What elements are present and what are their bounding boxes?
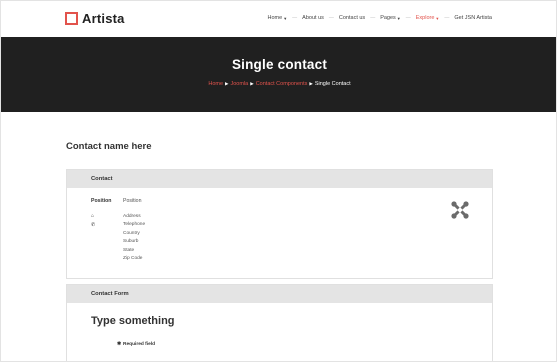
caret-down-icon: ▼ bbox=[435, 15, 440, 21]
page-title: Single contact bbox=[231, 57, 328, 72]
position-value: Position bbox=[123, 198, 142, 204]
nav-item-about-us[interactable]: About us bbox=[302, 15, 324, 21]
list-item: State bbox=[91, 246, 145, 255]
required-field-label: Required field bbox=[123, 342, 156, 347]
list-item: Country bbox=[91, 229, 145, 238]
nav-separator: — bbox=[328, 15, 334, 21]
address-list: ⌂ Address ✆ Telephone Country Suburb Sta… bbox=[91, 212, 145, 263]
breadcrumb-current: Single Contact bbox=[314, 81, 351, 87]
home-icon: ⌂ bbox=[91, 213, 95, 220]
nav-item-explore[interactable]: Explore ▼ bbox=[416, 15, 440, 21]
address-line: Address bbox=[123, 213, 141, 219]
nav-item-pages[interactable]: Pages ▼ bbox=[380, 15, 401, 21]
page-hero: Single contact Home ▶ Joomla ▶ Contact C… bbox=[1, 37, 556, 112]
breadcrumb-contact-components[interactable]: Contact Components bbox=[256, 81, 308, 87]
nav-separator: — bbox=[370, 15, 376, 21]
nav-separator: — bbox=[444, 15, 450, 21]
asterisk-icon: ✱ bbox=[117, 342, 122, 347]
contact-panel-header[interactable]: Contact bbox=[67, 170, 492, 188]
phone-icon: ✆ bbox=[91, 221, 96, 228]
chevron-right-icon: ▶ bbox=[309, 81, 313, 86]
nav-item-label: Explore bbox=[415, 15, 435, 21]
breadcrumb-home[interactable]: Home bbox=[208, 81, 223, 87]
nav-item-label: Get JSN Artista bbox=[454, 15, 492, 21]
contact-form-panel-header[interactable]: Contact Form bbox=[67, 285, 492, 303]
list-item: ✆ Telephone bbox=[91, 221, 145, 230]
form-heading: Type something bbox=[91, 315, 175, 327]
required-field-note: ✱ Required field bbox=[117, 342, 155, 347]
nav-item-label: Pages bbox=[380, 15, 396, 21]
caret-down-icon: ▼ bbox=[283, 15, 288, 21]
breadcrumb: Home ▶ Joomla ▶ Contact Components ▶ Sin… bbox=[1, 81, 556, 87]
address-line: Suburb bbox=[123, 239, 139, 245]
contact-panel: Contact Position Position ⌂ Address ✆ Te… bbox=[66, 169, 493, 279]
main-nav: Home ▼ — About us — Contact us — Pages ▼ —… bbox=[268, 15, 492, 21]
contact-form-panel: Contact Form Type something ✱ Required fi… bbox=[66, 284, 493, 361]
caret-down-icon: ▼ bbox=[396, 15, 401, 21]
address-line: State bbox=[123, 247, 135, 253]
chevron-right-icon: ▶ bbox=[225, 81, 229, 86]
list-item: ⌂ Address bbox=[91, 212, 145, 221]
site-logo[interactable]: Artista bbox=[65, 11, 125, 26]
logo-text: Artista bbox=[82, 11, 125, 26]
list-item: Suburb bbox=[91, 238, 145, 247]
list-item: Zip Code bbox=[91, 255, 145, 264]
address-line: Telephone bbox=[123, 222, 146, 228]
nav-item-home[interactable]: Home ▼ bbox=[268, 15, 288, 21]
breadcrumb-joomla[interactable]: Joomla bbox=[231, 81, 249, 87]
nav-item-get-jsn-artista[interactable]: Get JSN Artista bbox=[454, 15, 492, 21]
nav-item-contact-us[interactable]: Contact us bbox=[339, 15, 365, 21]
nav-item-label: Home bbox=[267, 15, 283, 21]
site-header: Artista Home ▼ — About us — Contact us — … bbox=[1, 1, 556, 37]
logo-square-icon bbox=[65, 12, 78, 25]
browser-frame: Artista Home ▼ — About us — Contact us — … bbox=[0, 0, 557, 362]
nav-separator: — bbox=[292, 15, 298, 21]
position-label: Position bbox=[91, 198, 112, 204]
nav-separator: — bbox=[405, 15, 411, 21]
position-row: Position Position bbox=[91, 198, 141, 204]
joomla-logo-icon bbox=[451, 201, 469, 219]
chevron-right-icon: ▶ bbox=[250, 81, 254, 86]
nav-item-label: About us bbox=[302, 15, 324, 21]
nav-item-label: Contact us bbox=[338, 15, 366, 21]
contact-name-heading: Contact name here bbox=[66, 141, 152, 152]
address-line: Zip Code bbox=[123, 256, 143, 262]
address-line: Country bbox=[123, 230, 140, 236]
